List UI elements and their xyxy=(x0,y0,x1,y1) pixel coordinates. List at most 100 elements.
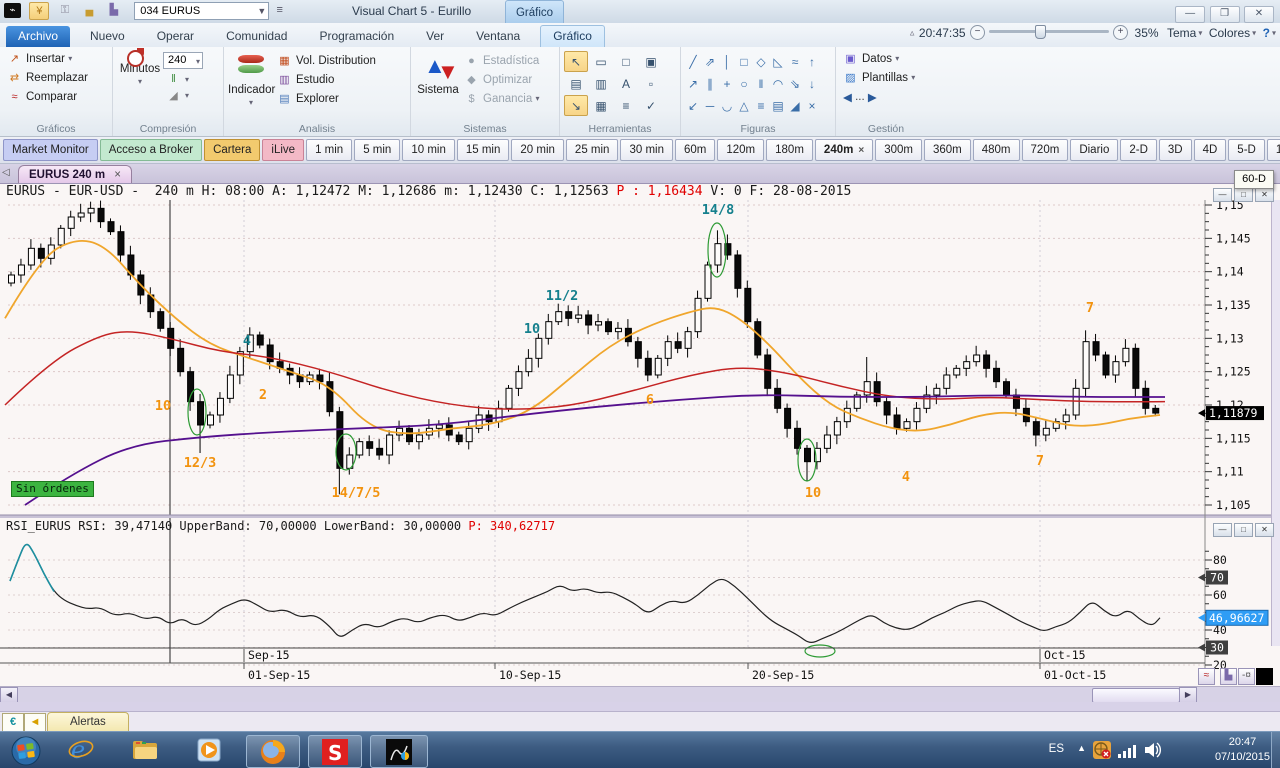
timeframe-5-D[interactable]: 5-D xyxy=(1228,139,1265,161)
compression-value-combo[interactable]: 240▾ xyxy=(163,52,203,69)
corner-indicator-icon[interactable]: ≈ xyxy=(1198,668,1215,685)
figure-5-icon[interactable]: ◺ xyxy=(770,51,786,72)
timeframe-25min[interactable]: 25 min xyxy=(566,139,619,161)
timeframe-30min[interactable]: 30 min xyxy=(620,139,673,161)
open-folder-icon[interactable]: ▄ xyxy=(80,2,98,18)
figure-20-icon[interactable]: ≡ xyxy=(753,95,769,116)
figure-6-icon[interactable]: ≈ xyxy=(787,51,803,72)
timeframe-15min[interactable]: 15 min xyxy=(457,139,510,161)
tool-8-icon[interactable]: ↘ xyxy=(564,95,588,116)
media-player-icon[interactable] xyxy=(186,735,232,766)
rsi-minimize-icon[interactable]: — xyxy=(1213,523,1232,537)
tool-3-icon[interactable]: ▣ xyxy=(639,51,663,72)
indicador-dropdown-icon[interactable]: ▾ xyxy=(249,98,253,107)
figure-21-icon[interactable]: ▤ xyxy=(770,95,786,116)
chart-document-tab[interactable]: EURUS 240 m × xyxy=(18,165,132,184)
zoom-in-button[interactable]: + xyxy=(1113,25,1128,40)
colores-dropdown-icon[interactable]: ▾ xyxy=(1252,28,1256,37)
corner-pin-icon[interactable]: -¤ xyxy=(1238,668,1255,685)
alert-horn-icon[interactable]: ◄ xyxy=(24,713,46,732)
vol-distribution-button[interactable]: ▦Vol. Distribution xyxy=(274,51,379,70)
timeframe-20min[interactable]: 20 min xyxy=(511,139,564,161)
help-button[interactable]: ? xyxy=(1263,26,1270,40)
menu-tab-archivo[interactable]: Archivo xyxy=(6,26,70,47)
tool-0-icon[interactable]: ↖ xyxy=(564,51,588,72)
combo-dropdown-icon[interactable]: ▼ xyxy=(257,3,266,19)
estadistica-button[interactable]: ●Estadística xyxy=(461,51,542,70)
zoom-slider-thumb[interactable] xyxy=(1035,25,1046,39)
template-prev-icon[interactable]: ◀ xyxy=(843,90,852,104)
corner-save-icon[interactable]: ▙ xyxy=(1220,668,1237,685)
tool-7-icon[interactable]: ▫ xyxy=(639,73,663,94)
explorer-button[interactable]: ▤Explorer xyxy=(274,89,379,108)
plantillas-dropdown-icon[interactable]: ▾ xyxy=(911,73,915,82)
app-icon[interactable]: ⌁ xyxy=(4,3,21,18)
timeframe-120m[interactable]: 120m xyxy=(717,139,764,161)
timeframe-300m[interactable]: 300m xyxy=(875,139,922,161)
figure-8-icon[interactable]: ↗ xyxy=(685,73,701,94)
insertar-dropdown-icon[interactable]: ▾ xyxy=(68,54,72,63)
comparar-button[interactable]: ≈Comparar xyxy=(4,87,108,106)
s-app-taskbar-button[interactable]: S xyxy=(308,735,362,768)
chart-style-button[interactable]: ◢▾ xyxy=(163,87,203,103)
save-icon[interactable]: ▙ xyxy=(105,2,123,18)
estudio-button[interactable]: ▥Estudio xyxy=(274,70,379,89)
figure-19-icon[interactable]: △ xyxy=(736,95,752,116)
timeframe-1min[interactable]: 1 min xyxy=(306,139,352,161)
scrollbar-thumb[interactable] xyxy=(1092,688,1180,703)
figure-18-icon[interactable]: ◡ xyxy=(719,95,735,116)
minutos-dropdown-icon[interactable]: ▾ xyxy=(138,77,142,86)
menu-tab-nuevo[interactable]: Nuevo xyxy=(78,26,137,47)
figure-1-icon[interactable]: ⇗ xyxy=(702,51,718,72)
tema-dropdown-icon[interactable]: ▾ xyxy=(1198,28,1202,37)
tool-11-icon[interactable]: ✓ xyxy=(639,95,663,116)
figure-3-icon[interactable]: □ xyxy=(736,51,752,72)
menu-tab-operar[interactable]: Operar xyxy=(145,26,206,47)
taskbar-clock[interactable]: 20:47 07/10/2015 xyxy=(1215,735,1270,765)
menu-tab-comunidad[interactable]: Comunidad xyxy=(214,26,299,47)
timeframe-10-D[interactable]: 10-D xyxy=(1267,139,1280,161)
panel-button-market-monitor[interactable]: Market Monitor xyxy=(3,139,98,161)
figure-14-icon[interactable]: ⇘ xyxy=(787,73,803,94)
euro-page-icon[interactable]: € xyxy=(2,713,24,732)
restore-button[interactable]: ❐ xyxy=(1210,6,1240,23)
reemplazar-button[interactable]: ⇄Reemplazar xyxy=(4,68,108,87)
help-dropdown-icon[interactable]: ▾ xyxy=(1272,28,1276,37)
connection-icon[interactable]: ¥ xyxy=(29,2,49,20)
signal-bars-icon[interactable] xyxy=(1118,744,1136,758)
panel-button-ilive[interactable]: iLive xyxy=(262,139,304,161)
menu-tab-gráfico[interactable]: Gráfico xyxy=(540,25,605,47)
figure-23-icon[interactable]: × xyxy=(804,95,820,116)
panel-button-cartera[interactable]: Cartera xyxy=(204,139,260,161)
tool-5-icon[interactable]: ▥ xyxy=(589,73,613,94)
tema-menu[interactable]: Tema xyxy=(1167,26,1196,40)
minimize-button[interactable]: — xyxy=(1175,6,1205,23)
figure-16-icon[interactable]: ↙ xyxy=(685,95,701,116)
tool-2-icon[interactable]: □ xyxy=(614,51,638,72)
visual-chart-taskbar-button[interactable] xyxy=(370,735,428,768)
figure-17-icon[interactable]: ─ xyxy=(702,95,718,116)
pane-close-icon[interactable]: ✕ xyxy=(1255,188,1274,202)
rsi-maximize-icon[interactable]: □ xyxy=(1234,523,1253,537)
file-explorer-icon[interactable] xyxy=(122,735,168,766)
close-button[interactable]: ✕ xyxy=(1244,6,1274,23)
insertar-button[interactable]: ↗Insertar ▾ xyxy=(4,49,108,68)
pane-maximize-icon[interactable]: □ xyxy=(1234,188,1253,202)
key-icon[interactable]: ⚿ xyxy=(56,2,74,18)
timeframe-Diario[interactable]: Diario xyxy=(1070,139,1118,161)
figure-7-icon[interactable]: ↑ xyxy=(804,51,820,72)
tool-10-icon[interactable]: ≡ xyxy=(614,95,638,116)
tab-scroll-left-icon[interactable]: ◁ xyxy=(2,167,10,178)
timeframe-60m[interactable]: 60m xyxy=(675,139,715,161)
figure-15-icon[interactable]: ↓ xyxy=(804,73,820,94)
horizontal-scrollbar[interactable]: ◀ ▶ xyxy=(0,686,1280,703)
figure-10-icon[interactable]: + xyxy=(719,73,735,94)
panel-button-acceso-a-broker[interactable]: Acceso a Broker xyxy=(100,139,202,161)
zoom-out-button[interactable]: − xyxy=(970,25,985,40)
figure-2-icon[interactable]: │ xyxy=(719,51,735,72)
figure-0-icon[interactable]: ╱ xyxy=(685,51,701,72)
vertical-scrollbar[interactable] xyxy=(1271,200,1280,646)
volume-icon[interactable] xyxy=(1144,742,1162,758)
network-error-icon[interactable] xyxy=(1092,740,1112,760)
menu-tab-ver[interactable]: Ver xyxy=(414,26,456,47)
